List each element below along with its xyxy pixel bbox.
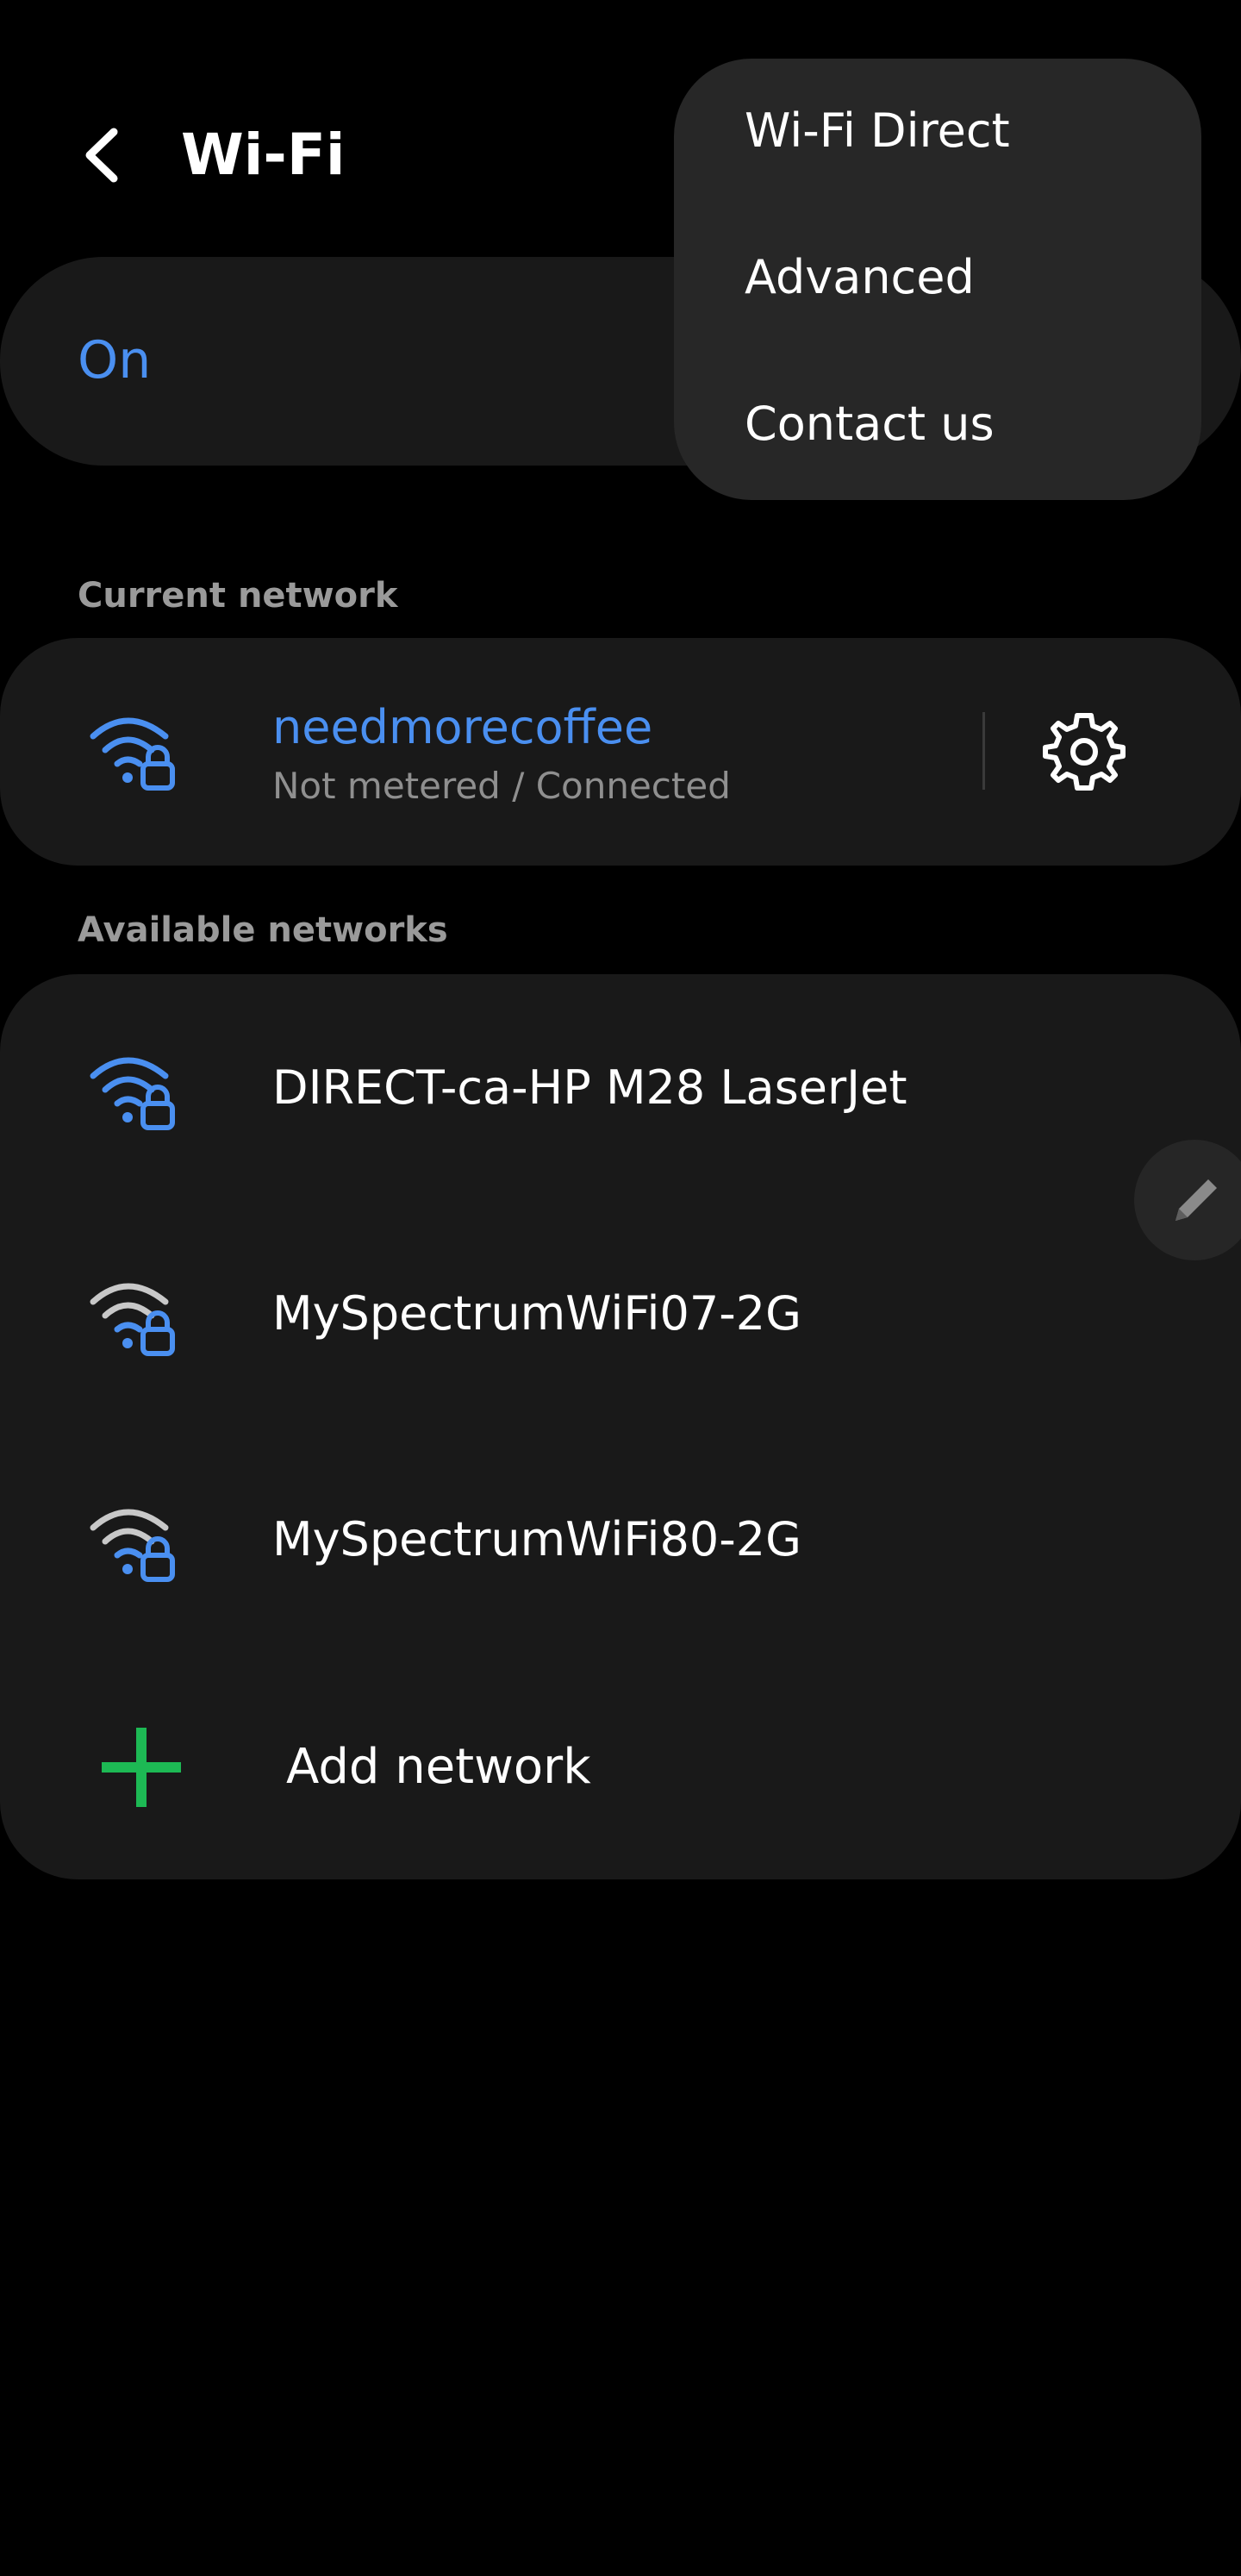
add-network-row[interactable] [0, 1654, 1241, 1879]
menu-item-contact-us[interactable]: Contact us [674, 352, 1201, 498]
menu-item-label: Advanced [745, 250, 975, 304]
network-row[interactable]: MySpectrumWiFi80-2G [0, 1426, 1241, 1652]
available-networks-header: Available networks [78, 910, 448, 950]
add-network-label: Add network [286, 1739, 591, 1795]
wifi-lock-icon [90, 1057, 175, 1130]
current-network-header: Current network [78, 576, 398, 616]
plus-icon [102, 1728, 181, 1807]
current-network-status: Not metered / Connected [272, 765, 731, 807]
wifi-lock-icon [90, 1509, 175, 1582]
pencil-icon [1176, 1179, 1217, 1221]
divider [982, 712, 985, 790]
wifi-toggle-label: On [78, 330, 152, 391]
network-name: DIRECT-ca-HP M28 LaserJet [272, 1060, 907, 1115]
wifi-lock-icon [90, 1283, 175, 1356]
menu-item-advanced[interactable]: Advanced [674, 205, 1201, 352]
gear-icon[interactable] [1041, 709, 1127, 795]
network-name: MySpectrumWiFi80-2G [272, 1512, 801, 1566]
current-network-card[interactable]: needmorecoffee Not metered / Connected [0, 638, 1241, 866]
network-row[interactable]: DIRECT-ca-HP M28 LaserJet [0, 974, 1241, 1200]
page-title: Wi-Fi [181, 122, 346, 188]
menu-item-label: Contact us [745, 397, 995, 451]
menu-item-label: Wi-Fi Direct [745, 103, 1010, 158]
chevron-left-icon [85, 128, 118, 183]
current-network-name: needmorecoffee [272, 700, 653, 754]
menu-item-wifi-direct[interactable]: Wi-Fi Direct [674, 59, 1201, 205]
overflow-menu: Wi-Fi Direct Advanced Contact us [674, 59, 1201, 500]
wifi-lock-icon [90, 717, 175, 791]
network-row[interactable]: MySpectrumWiFi07-2G [0, 1200, 1241, 1426]
back-button[interactable] [69, 121, 138, 190]
network-name: MySpectrumWiFi07-2G [272, 1286, 801, 1341]
